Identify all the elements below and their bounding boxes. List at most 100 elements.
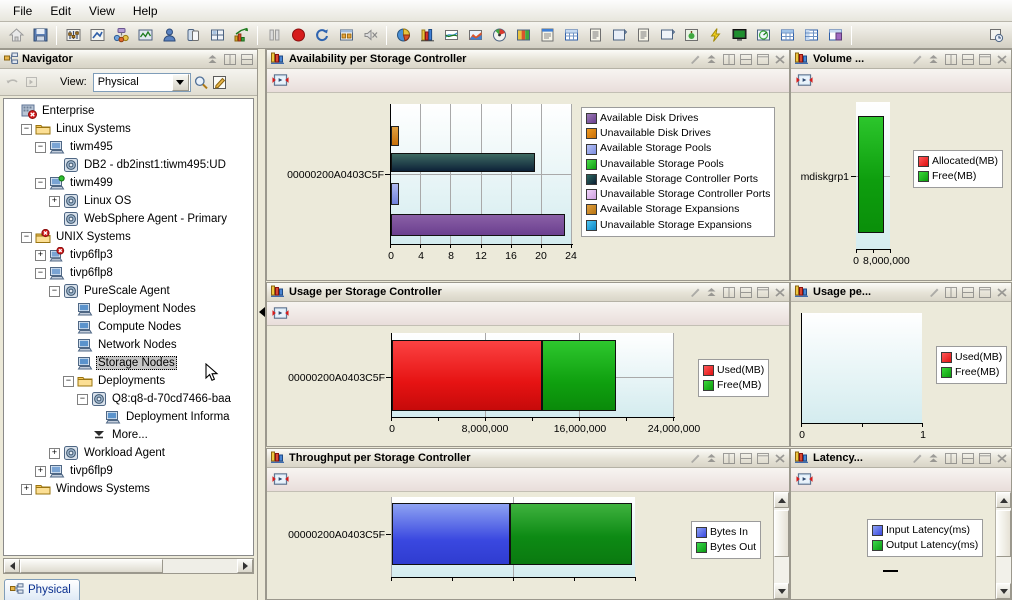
tree-item[interactable]: − Deployments (7, 372, 253, 390)
collapse-icon[interactable] (703, 450, 720, 466)
split-horizontal-icon[interactable] (959, 51, 976, 67)
navigate-back-icon[interactable] (4, 74, 21, 90)
tree-collapse-icon[interactable]: − (49, 285, 60, 297)
edit-pencil-icon[interactable] (686, 284, 703, 300)
split-vertical-icon[interactable] (221, 51, 238, 67)
plot-chart-icon[interactable] (440, 25, 462, 46)
split-vertical-icon[interactable] (942, 450, 959, 466)
bar-free-mb[interactable] (542, 340, 616, 411)
notepad-icon[interactable] (536, 25, 558, 46)
tree-item[interactable]: − UNIX Systems (7, 228, 253, 246)
chevron-down-icon[interactable] (171, 73, 189, 91)
manage-candle-services-icon[interactable] (110, 25, 132, 46)
tree-item[interactable]: Network Nodes (7, 336, 253, 354)
tree-item[interactable]: − PureScale Agent (7, 282, 253, 300)
text-report-icon[interactable] (584, 25, 606, 46)
tree-collapse-icon[interactable]: − (21, 231, 32, 243)
tree-expand-icon[interactable]: + (35, 249, 46, 261)
view-select[interactable]: Physical (92, 72, 191, 92)
tree-item[interactable]: WebSphere Agent - Primary (7, 210, 253, 228)
throughput-vertical-scrollbar[interactable] (773, 492, 789, 599)
tree-item[interactable]: − tiwm499 (7, 174, 253, 192)
split-horizontal-icon[interactable] (959, 284, 976, 300)
vertical-splitter[interactable] (258, 49, 266, 600)
chart-throughput[interactable]: 00000200A0403C5F Bytes In Bytes Out (271, 497, 769, 595)
collapse-icon[interactable] (703, 51, 720, 67)
pie-chart-icon[interactable] (392, 25, 414, 46)
scroll-track[interactable] (774, 508, 789, 583)
scroll-thumb[interactable] (996, 510, 1011, 557)
tree-collapse-icon[interactable]: − (35, 267, 46, 279)
collapse-icon[interactable] (925, 51, 942, 67)
scroll-track[interactable] (996, 508, 1011, 583)
split-vertical-icon[interactable] (720, 284, 737, 300)
edit-pencil-icon[interactable] (686, 51, 703, 67)
split-horizontal-icon[interactable] (238, 51, 255, 67)
area-chart-icon[interactable] (464, 25, 486, 46)
tree-collapse-icon[interactable]: − (21, 123, 32, 135)
edit-pencil-icon[interactable] (908, 51, 925, 67)
close-icon[interactable] (771, 51, 788, 67)
bar-used-mb[interactable] (392, 340, 542, 411)
scroll-thumb[interactable] (20, 559, 164, 573)
radar-icon[interactable] (752, 25, 774, 46)
edit-pencil-icon[interactable] (925, 284, 942, 300)
chart-settings-icon[interactable] (796, 472, 813, 488)
close-icon[interactable] (771, 284, 788, 300)
tree-item[interactable]: DB2 - db2inst1:tiwm495:UD (7, 156, 253, 174)
object-group-icon[interactable] (182, 25, 204, 46)
tree-item[interactable]: Deployment Nodes (7, 300, 253, 318)
split-vertical-icon[interactable] (720, 51, 737, 67)
maximize-icon[interactable] (976, 450, 993, 466)
split-vertical-icon[interactable] (720, 450, 737, 466)
collapse-icon[interactable] (703, 284, 720, 300)
tree-item[interactable]: − Q8:q8-d-70cd7466-baa (7, 390, 253, 408)
chart-latency[interactable]: Input Latency(ms) Output Latency(ms) (795, 497, 991, 595)
bar-available-storage-controller-ports[interactable] (391, 153, 535, 172)
workspace-gallery-icon[interactable] (206, 25, 228, 46)
heatmap-icon[interactable] (512, 25, 534, 46)
tree-item[interactable]: Enterprise (7, 102, 253, 120)
bar-unavailable-disk-drives[interactable] (391, 126, 399, 146)
navigator-horizontal-scrollbar[interactable] (3, 558, 254, 574)
edit-pencil-icon[interactable] (908, 450, 925, 466)
bar-chart-icon[interactable] (416, 25, 438, 46)
user-administration-icon[interactable] (158, 25, 180, 46)
tree-expand-icon[interactable]: + (21, 483, 32, 495)
menu-help[interactable]: Help (124, 2, 167, 20)
close-icon[interactable] (993, 284, 1010, 300)
scroll-right-button[interactable] (237, 559, 253, 573)
home-icon[interactable] (5, 25, 27, 46)
monitoring-console-icon[interactable] (134, 25, 156, 46)
scroll-up-button[interactable] (996, 492, 1011, 508)
tree-item[interactable]: + tivp6flp9 (7, 462, 253, 480)
chart-volume[interactable]: 0 8,000,000 mdiskgrp1 Allocated(MB) Free… (795, 98, 1007, 276)
chart-settings-icon[interactable] (272, 73, 289, 89)
chart-settings-icon[interactable] (272, 306, 289, 322)
close-icon[interactable] (993, 51, 1010, 67)
collapse-icon[interactable] (204, 51, 221, 67)
table-view-icon[interactable] (800, 25, 822, 46)
split-table-icon[interactable] (824, 25, 846, 46)
history-clock-icon[interactable] (985, 25, 1007, 46)
properties-icon[interactable] (62, 25, 84, 46)
maximize-icon[interactable] (754, 51, 771, 67)
latency-vertical-scrollbar[interactable] (995, 492, 1011, 599)
gauge-icon[interactable] (488, 25, 510, 46)
tree-item[interactable]: − tivp6flp8 (7, 264, 253, 282)
tree-collapse-icon[interactable]: − (63, 375, 74, 387)
edit-icon[interactable] (212, 74, 229, 90)
bar-free-mb[interactable] (858, 116, 884, 233)
menu-edit[interactable]: Edit (41, 2, 80, 20)
scroll-up-button[interactable] (774, 492, 789, 508)
split-horizontal-icon[interactable] (737, 284, 754, 300)
close-icon[interactable] (993, 450, 1010, 466)
menu-view[interactable]: View (80, 2, 124, 20)
navigator-tree[interactable]: Enterprise − Linux Systems − tiwm495 DB2 - db… (3, 98, 254, 556)
scroll-track[interactable] (20, 559, 237, 573)
tree-item[interactable]: − tiwm495 (7, 138, 253, 156)
tree-item[interactable]: + tivp6flp3 (7, 246, 253, 264)
edit-link-icon[interactable] (86, 25, 108, 46)
topology-icon[interactable] (680, 25, 702, 46)
chart-settings-icon[interactable] (796, 73, 813, 89)
